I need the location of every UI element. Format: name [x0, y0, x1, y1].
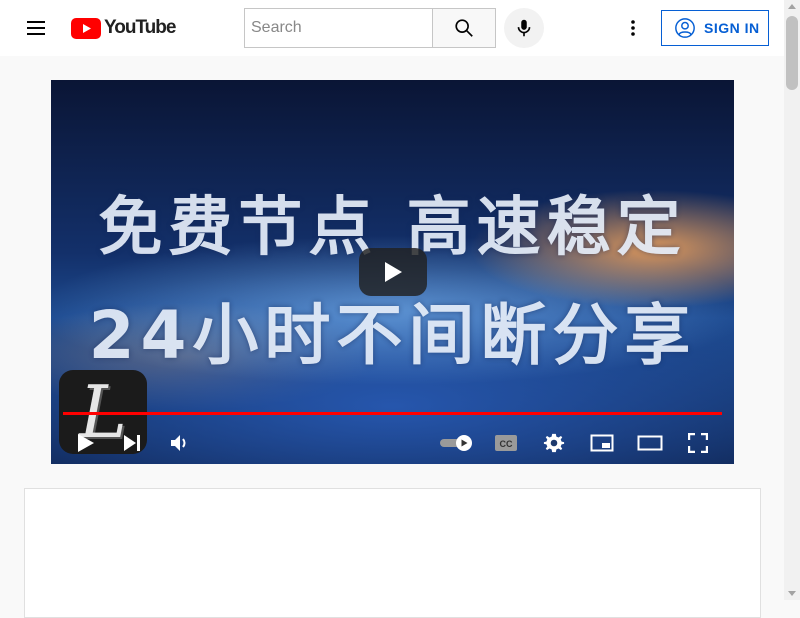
player-controls: CC	[51, 420, 734, 464]
mic-icon	[517, 19, 531, 37]
thumbnail-title-line-2: 24小时不间断分享	[88, 297, 697, 374]
svg-text:CC: CC	[500, 439, 513, 449]
masthead: YouTube SIGN IN	[0, 0, 784, 56]
progress-bar[interactable]	[63, 412, 722, 415]
autoplay-toggle-icon	[440, 435, 472, 451]
settings-icon	[543, 433, 565, 453]
captions-icon: CC	[495, 435, 517, 451]
sign-in-label: SIGN IN	[704, 20, 760, 36]
play-icon	[78, 434, 94, 452]
scrollbar-thumb[interactable]	[786, 16, 798, 90]
next-button[interactable]	[117, 428, 147, 458]
next-icon	[124, 435, 140, 451]
fullscreen-icon	[688, 433, 708, 453]
volume-icon	[171, 435, 186, 451]
theater-mode-button[interactable]	[635, 428, 665, 458]
youtube-logo[interactable]: YouTube	[71, 17, 176, 39]
scroll-up-arrow-icon[interactable]	[788, 4, 796, 9]
subtitles-button[interactable]: CC	[491, 428, 521, 458]
mute-button[interactable]	[165, 428, 195, 458]
search-button[interactable]	[432, 8, 496, 48]
search-icon	[455, 19, 473, 37]
page-scrollbar[interactable]	[784, 0, 800, 600]
youtube-logo-icon	[71, 17, 101, 39]
voice-search-button[interactable]	[504, 8, 544, 48]
fullscreen-button[interactable]	[683, 428, 713, 458]
scroll-down-arrow-icon[interactable]	[788, 591, 796, 596]
miniplayer-icon	[590, 434, 614, 452]
more-vert-icon	[631, 20, 635, 36]
video-player[interactable]: 免费节点 高速稳定 24小时不间断分享 L CC	[51, 80, 734, 464]
settings-button[interactable]	[539, 428, 569, 458]
play-icon	[385, 262, 402, 282]
menu-icon[interactable]	[20, 12, 52, 44]
sign-in-button[interactable]: SIGN IN	[661, 10, 769, 46]
theater-mode-icon	[637, 435, 663, 451]
search-input[interactable]	[244, 8, 433, 48]
logo-text: YouTube	[104, 17, 176, 38]
content-panel	[24, 488, 761, 618]
miniplayer-button[interactable]	[587, 428, 617, 458]
play-button[interactable]	[71, 428, 101, 458]
large-play-button[interactable]	[359, 248, 427, 296]
autoplay-toggle[interactable]	[437, 428, 477, 458]
account-icon	[675, 18, 695, 38]
settings-menu-button[interactable]	[617, 12, 649, 44]
